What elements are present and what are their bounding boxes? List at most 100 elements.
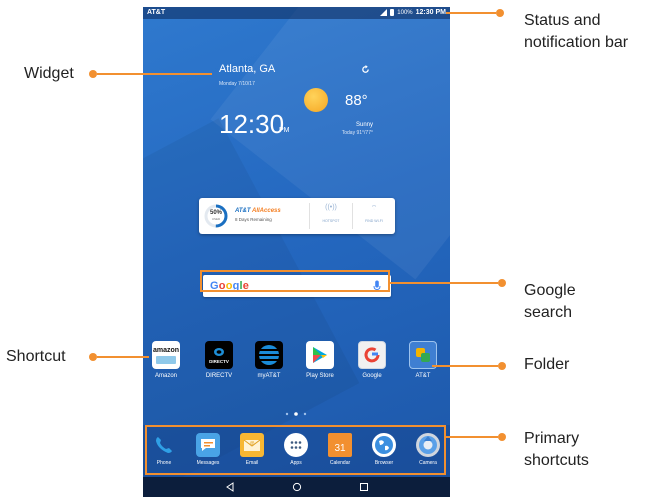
dock-label: Email (245, 460, 259, 466)
callout-shortcut: Shortcut (6, 348, 66, 365)
amazon-cart-graphic (156, 355, 176, 364)
allaccess-title-accent: AllAccess (252, 208, 281, 214)
google-logo: Google (210, 280, 249, 292)
data-usage-used-label: USED (211, 217, 221, 221)
leader-dot-folder (498, 362, 506, 370)
dock-messages[interactable]: Messages (191, 433, 225, 466)
allaccess-days-remaining: 8 Days Remaining (235, 217, 272, 222)
google-search-bar[interactable]: Google (203, 275, 391, 297)
app-folder-att[interactable]: AT&T (405, 341, 441, 379)
dock-phone[interactable]: Phone (147, 433, 181, 466)
leader-line-widget (97, 73, 212, 75)
dock-calendar[interactable]: 31 Calendar (323, 433, 357, 466)
weather-condition: Sunny (355, 122, 373, 128)
amazon-icon: amazon (152, 341, 180, 369)
google-g-graphic (364, 347, 380, 363)
navigation-bar (143, 477, 450, 497)
app-google[interactable]: Google (354, 341, 390, 379)
google-logo-letter: e (242, 280, 250, 292)
primary-shortcuts-dock: Phone Messages @ Email Apps 31 Calendar … (143, 425, 450, 477)
microphone-icon[interactable] (373, 280, 381, 292)
amazon-wordmark: amazon (152, 346, 180, 354)
callout-status-line2: notification bar (524, 34, 629, 51)
dock-browser[interactable]: Browser (367, 433, 401, 466)
app-label: myAT&T (257, 373, 281, 379)
email-icon: @ (240, 433, 264, 457)
weather-ampm: PM (279, 127, 290, 134)
page-indicator[interactable] (281, 411, 311, 417)
recents-icon[interactable] (359, 482, 369, 492)
leader-dot-widget (89, 70, 97, 78)
dock-camera[interactable]: Camera (411, 433, 445, 466)
envelope-graphic: @ (243, 439, 261, 451)
callout-search-line1: Google (524, 282, 576, 299)
dock-label: Camera (419, 460, 437, 466)
app-label: Play Store (306, 373, 334, 379)
callout-status: Status and notification bar (524, 10, 628, 54)
browser-icon (372, 433, 396, 457)
app-myatt[interactable]: myAT&T (251, 341, 287, 379)
leader-line-folder (432, 365, 498, 367)
callout-primary-line2: shortcuts (524, 452, 589, 469)
leader-line-shortcut (97, 356, 149, 358)
weather-clock: 12:30 (219, 109, 285, 139)
app-label: Amazon (154, 373, 177, 379)
globe-graphic (375, 436, 393, 454)
phone-screen: AT&T 100% 12:30 PM Atlanta, GA Monday 7/… (143, 7, 450, 497)
hotspot-icon: ((•)) (325, 204, 337, 211)
dock-label: Apps (290, 460, 302, 466)
google-logo-letter: o (225, 280, 233, 292)
signal-icon (380, 9, 388, 16)
leader-line-status (446, 12, 496, 14)
wifi-icon: ⌔ (370, 205, 378, 212)
callout-status-line1: Status and (524, 12, 601, 29)
folder-apps-graphic (416, 348, 430, 362)
weather-city: Atlanta, GA (219, 63, 276, 75)
carrier-label: AT&T (147, 9, 166, 16)
dock-label: Phone (156, 460, 172, 466)
sun-icon (304, 88, 328, 112)
dock-email[interactable]: @ Email (235, 433, 269, 466)
apps-icon (284, 433, 308, 457)
weather-date: Monday 7/10/17 (219, 81, 255, 87)
status-icons: 100% 12:30 PM (380, 9, 446, 16)
hotspot-button[interactable]: ((•)) HOTSPOT (311, 204, 351, 228)
svg-text:@: @ (249, 441, 254, 447)
back-icon[interactable] (225, 482, 235, 492)
calendar-icon: 31 (328, 433, 352, 457)
google-icon (358, 341, 386, 369)
callout-primary: Primary shortcuts (524, 428, 589, 472)
att-globe-graphic (259, 345, 279, 365)
apps-grid-graphic (290, 441, 302, 449)
directv-wordmark: DIRECTV (209, 358, 229, 364)
directv-icon: DIRECTV (205, 341, 233, 369)
status-bar[interactable]: AT&T 100% 12:30 PM (143, 7, 450, 19)
messages-icon (196, 433, 220, 457)
status-time: 12:30 PM (415, 9, 446, 16)
leader-dot-shortcut (89, 353, 97, 361)
leader-line-search (390, 282, 498, 284)
divider (352, 203, 353, 229)
directv-swirl-icon (214, 347, 224, 356)
app-amazon[interactable]: amazon Amazon (148, 341, 184, 379)
callout-widget: Widget (24, 65, 74, 82)
home-icon[interactable] (292, 482, 302, 492)
play-store-icon (306, 341, 334, 369)
app-directv[interactable]: DIRECTV DIRECTV (201, 341, 237, 379)
data-usage-percent: 50% (209, 210, 222, 216)
dock-apps[interactable]: Apps (279, 433, 313, 466)
app-label: Google (362, 373, 382, 379)
app-play-store[interactable]: Play Store (302, 341, 338, 379)
calendar-day: 31 (334, 443, 346, 454)
allaccess-widget[interactable]: 50% USED AT&T AllAccess 8 Days Remaining… (199, 198, 395, 234)
camera-icon (416, 433, 440, 457)
data-usage-ring (204, 204, 228, 228)
weather-temperature: 88° (345, 92, 368, 109)
leader-dot-status (496, 9, 504, 17)
refresh-icon[interactable] (361, 65, 370, 74)
find-wifi-button[interactable]: ⌔ FIND WI-FI (354, 204, 394, 228)
weather-range: Today 91°/77° (341, 130, 373, 136)
camera-lens-graphic (419, 436, 437, 454)
leader-dot-primary (498, 433, 506, 441)
phone-handset-graphic (156, 437, 172, 453)
